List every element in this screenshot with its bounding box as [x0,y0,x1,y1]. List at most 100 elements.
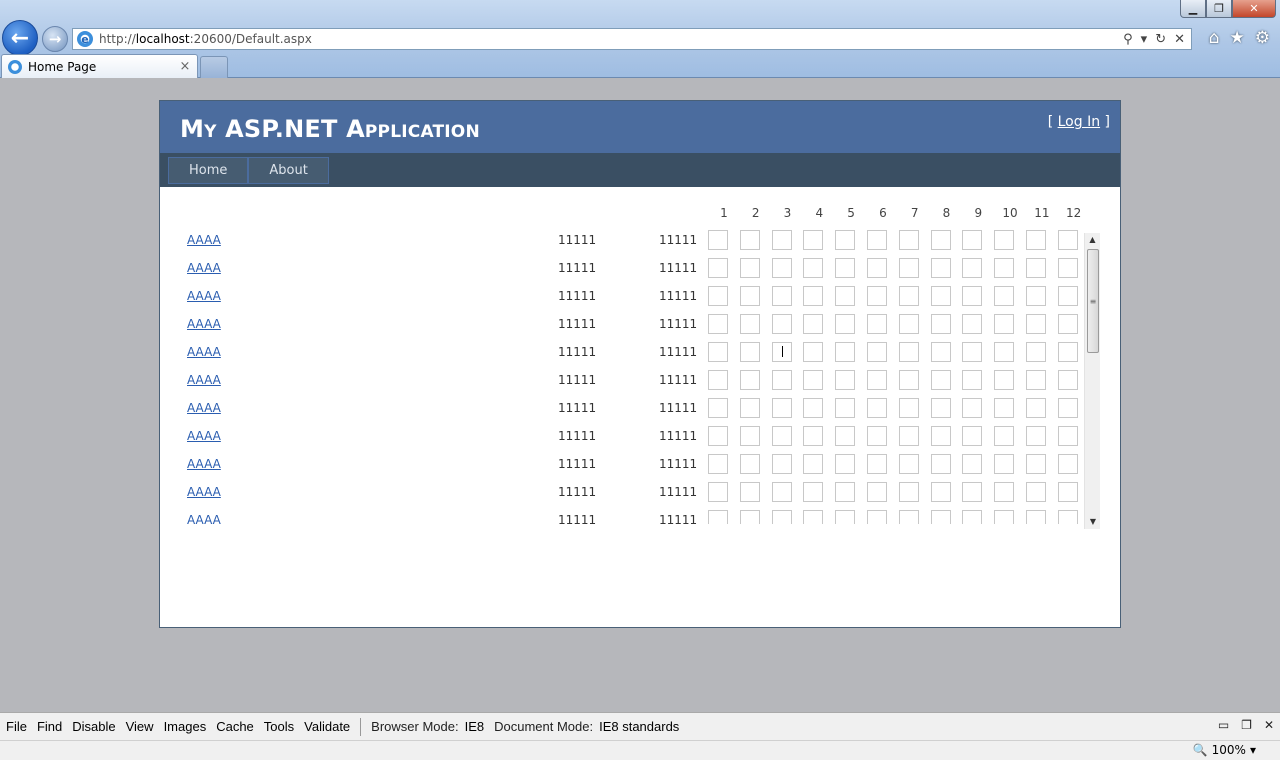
grid-cell-input[interactable] [866,314,887,334]
grid-cell-input[interactable] [803,426,824,446]
grid-cell-input[interactable] [866,510,887,524]
grid-cell-input[interactable] [1057,482,1078,502]
grid-cell-input[interactable] [771,482,792,502]
dev-undock-icon[interactable]: ❐ [1241,718,1252,732]
grid-cell-input[interactable] [771,426,792,446]
grid-cell-input[interactable] [771,230,792,250]
grid-cell-input[interactable] [994,342,1015,362]
grid-cell-input[interactable] [994,230,1015,250]
grid-cell-input[interactable] [962,454,983,474]
grid-cell-input[interactable] [739,230,760,250]
grid-cell-input[interactable] [930,398,951,418]
document-mode-value[interactable]: IE8 standards [599,719,679,734]
grid-cell-input[interactable] [994,398,1015,418]
grid-cell-input[interactable] [739,258,760,278]
back-arrow-icon[interactable]: ← [2,20,38,56]
grid-cell-input[interactable] [1057,370,1078,390]
grid-cell-input[interactable] [962,482,983,502]
row-link[interactable]: AAAA [187,373,221,387]
grid-cell-input[interactable] [771,314,792,334]
grid-cell-input[interactable] [739,314,760,334]
grid-cell-input[interactable] [708,510,728,524]
grid-cell-input[interactable] [835,230,856,250]
dev-menu-tools[interactable]: Tools [264,719,294,734]
grid-cell-input[interactable] [962,342,983,362]
close-window-button[interactable]: ✕ [1232,0,1276,18]
grid-cell-input[interactable] [930,342,951,362]
grid-cell-input[interactable] [739,370,760,390]
grid-cell-input[interactable] [866,370,887,390]
document-mode-label[interactable]: Document Mode: [494,719,593,734]
grid-cell-input[interactable] [708,342,728,362]
chevron-down-icon[interactable]: ▾ [1250,743,1256,757]
search-icon[interactable]: ⚲ [1123,32,1133,47]
chevron-down-icon[interactable]: ▾ [1141,32,1148,47]
grid-cell-input[interactable] [994,314,1015,334]
row-link[interactable]: AAAA [187,345,221,359]
grid-cell-input[interactable] [962,510,983,524]
grid-cell-input[interactable] [835,426,856,446]
grid-cell-input[interactable] [1057,258,1078,278]
dev-menu-validate[interactable]: Validate [304,719,350,734]
grid-cell-input[interactable] [803,230,824,250]
grid-cell-input[interactable] [898,230,919,250]
home-icon[interactable]: ⌂ [1209,28,1220,48]
grid-cell-input[interactable] [739,398,760,418]
grid-cell-input[interactable] [708,314,728,334]
grid-cell-input[interactable] [866,426,887,446]
grid-cell-input[interactable] [1057,426,1078,446]
tab-close-icon[interactable]: × [177,59,193,74]
url-text[interactable]: http://localhost:20600/Default.aspx [99,32,1123,46]
grid-cell-input[interactable] [866,230,887,250]
grid-cell-input[interactable] [1057,454,1078,474]
dev-menu-find[interactable]: Find [37,719,62,734]
grid-cell-input[interactable] [866,258,887,278]
grid-cell-input[interactable] [708,230,728,250]
grid-cell-input[interactable] [1025,314,1046,334]
grid-cell-input[interactable] [994,286,1015,306]
forward-arrow-icon[interactable]: → [42,26,68,52]
restore-button[interactable]: ❐ [1206,0,1232,18]
grid-cell-input[interactable] [803,482,824,502]
grid-cell-input[interactable] [994,454,1015,474]
grid-cell-input[interactable] [1025,454,1046,474]
grid-cell-input[interactable] [930,314,951,334]
grid-cell-input[interactable] [739,286,760,306]
grid-cell-input[interactable] [771,510,792,524]
grid-cell-input[interactable] [898,314,919,334]
row-link[interactable]: AAAA [187,485,221,499]
grid-cell-input[interactable] [803,258,824,278]
grid-cell-input[interactable] [835,370,856,390]
grid-cell-input[interactable] [1025,482,1046,502]
grid-cell-input[interactable] [835,398,856,418]
grid-cell-input[interactable] [898,510,919,524]
grid-cell-input[interactable] [708,482,728,502]
grid-cell-input[interactable] [1025,258,1046,278]
grid-cell-input[interactable] [898,482,919,502]
grid-cell-input[interactable] [708,454,728,474]
grid-cell-input[interactable] [994,510,1015,524]
grid-cell-input[interactable] [930,286,951,306]
grid-cell-input[interactable] [866,342,887,362]
grid-cell-input[interactable] [898,258,919,278]
grid-cell-input[interactable] [739,426,760,446]
dev-menu-view[interactable]: View [126,719,154,734]
grid-cell-input[interactable] [739,510,760,524]
scroll-down-icon[interactable]: ▼ [1085,515,1101,529]
grid-cell-input[interactable] [962,258,983,278]
zoom-control[interactable]: 🔍 100% ▾ [1193,743,1256,757]
grid-cell-input[interactable] [898,370,919,390]
new-tab-button[interactable] [200,56,228,78]
grid-cell-input[interactable] [708,370,728,390]
stop-icon[interactable]: ✕ [1174,32,1185,47]
grid-cell-input[interactable] [1025,286,1046,306]
grid-cell-input[interactable] [803,286,824,306]
row-link[interactable]: AAAA [187,429,221,443]
row-link[interactable]: AAAA [187,289,221,303]
grid-cell-input[interactable] [994,370,1015,390]
grid-cell-input[interactable] [771,286,792,306]
tab-home-page[interactable]: Home Page × [1,54,198,78]
grid-cell-input[interactable] [898,454,919,474]
grid-cell-input[interactable] [771,454,792,474]
grid-cell-input[interactable] [930,426,951,446]
